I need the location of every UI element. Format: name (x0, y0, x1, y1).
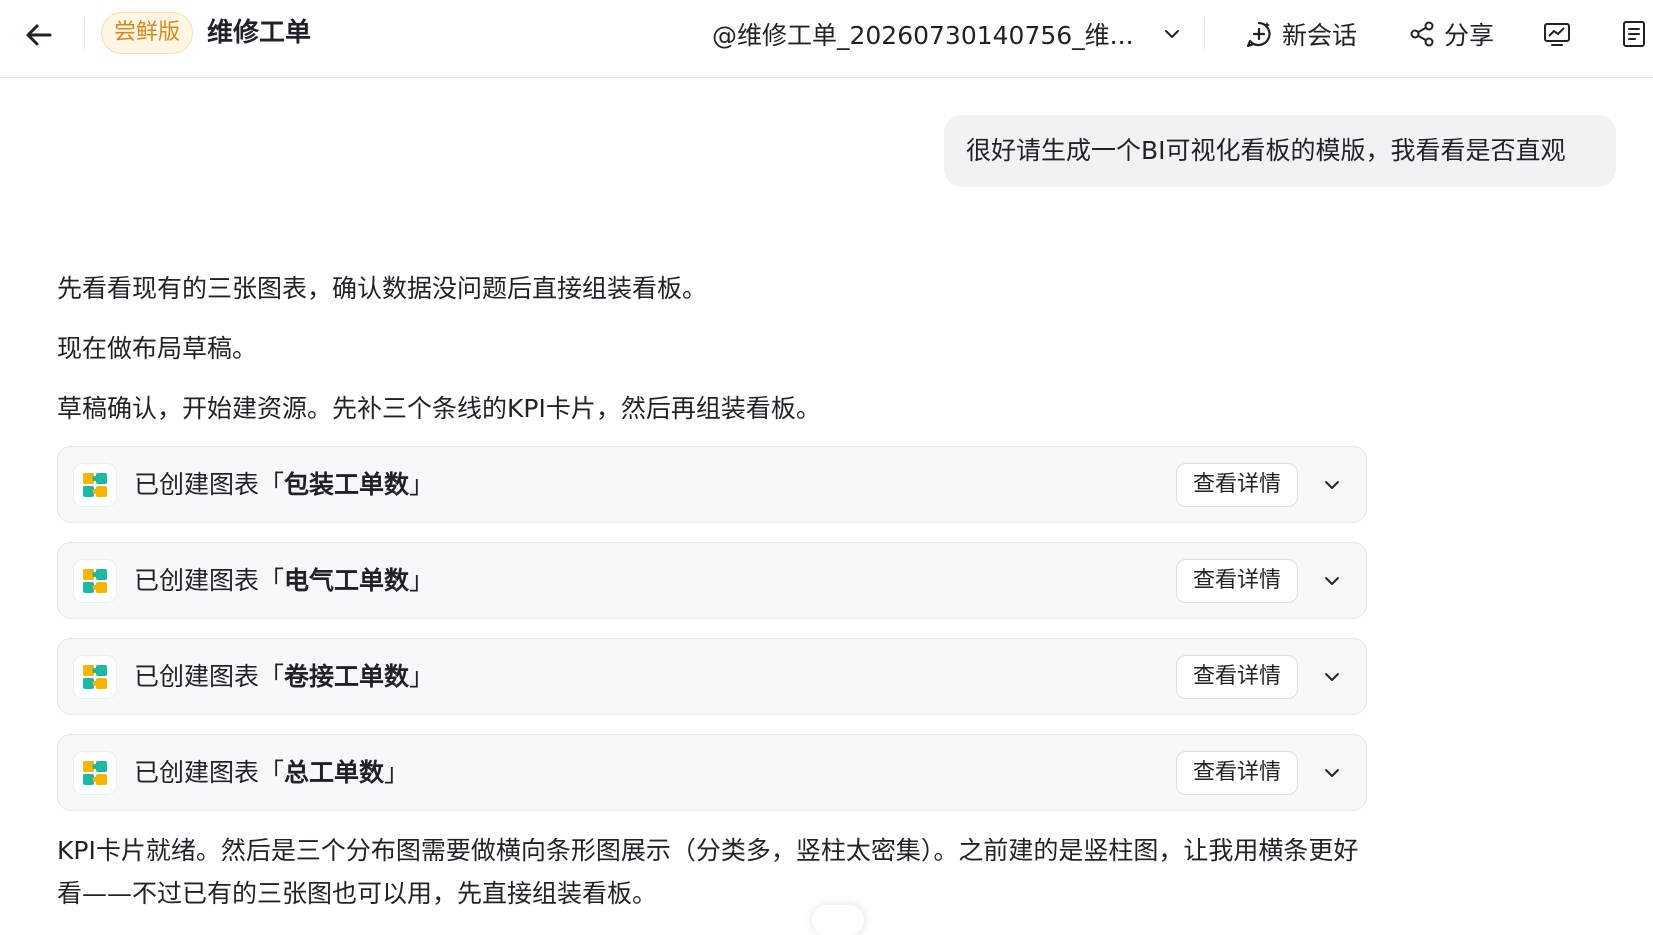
session-selector[interactable]: @维修工单_20260730140756_维... (712, 14, 1182, 54)
view-details-button[interactable]: 查看详情 (1176, 751, 1298, 795)
assistant-paragraph: 现在做布局草稿。 (57, 334, 258, 363)
assistant-paragraph: 草稿确认，开始建资源。先补三个条线的KPI卡片，然后再组装看板。 (57, 394, 821, 423)
share-button[interactable]: 分享 (1408, 14, 1494, 54)
card-label: 已创建图表「总工单数」 (134, 758, 410, 787)
view-details-button[interactable]: 查看详情 (1176, 655, 1298, 699)
chart-name: 包装工单数 (284, 470, 410, 499)
page-title: 维修工单 (207, 18, 312, 48)
header-divider (1204, 19, 1205, 49)
document-button[interactable] (1616, 16, 1652, 52)
new-chat-label: 新会话 (1282, 21, 1358, 50)
share-icon (1410, 21, 1434, 47)
assistant-paragraph: KPI卡片就绪。然后是三个分布图需要做横向条形图展示（分类多，竖柱太密集）。之前… (57, 836, 1359, 908)
header-divider (84, 19, 85, 49)
chart-name: 卷接工单数 (284, 662, 410, 691)
view-details-button[interactable]: 查看详情 (1176, 463, 1298, 507)
back-arrow-icon (26, 24, 52, 46)
chart-puzzle-icon (73, 463, 117, 507)
chart-created-card: 已创建图表「卷接工单数」 查看详情 (57, 638, 1367, 715)
chevron-down-icon (1325, 577, 1339, 585)
new-chat-icon (1246, 21, 1271, 48)
chart-created-card: 已创建图表「包装工单数」 查看详情 (57, 446, 1367, 523)
card-label: 已创建图表「包装工单数」 (134, 470, 435, 499)
chart-puzzle-icon (73, 751, 117, 795)
expand-button[interactable] (1316, 757, 1348, 789)
share-label: 分享 (1444, 21, 1495, 50)
version-badge: 尝鲜版 (101, 12, 194, 54)
chart-puzzle-icon (73, 559, 117, 603)
new-chat-button[interactable]: 新会话 (1244, 14, 1357, 54)
assistant-paragraph: 先看看现有的三张图表，确认数据没问题后直接组装看板。 (57, 274, 708, 303)
expand-button[interactable] (1316, 661, 1348, 693)
chevron-down-icon (1325, 481, 1339, 489)
chevron-down-icon (1325, 673, 1339, 681)
chart-name: 总工单数 (284, 758, 385, 787)
card-label: 已创建图表「卷接工单数」 (134, 662, 435, 691)
chart-created-card: 已创建图表「总工单数」 查看详情 (57, 734, 1367, 811)
user-message: 很好请生成一个BI可视化看板的模版，我看看是否直观 (944, 115, 1616, 187)
chevron-down-icon (1164, 30, 1179, 38)
back-button[interactable] (22, 18, 56, 52)
top-bar: 尝鲜版 维修工单 @维修工单_20260730140756_维... 新会话 分… (0, 0, 1653, 78)
preview-button[interactable] (1539, 16, 1575, 52)
chart-created-card: 已创建图表「电气工单数」 查看详情 (57, 542, 1367, 619)
expand-button[interactable] (1316, 565, 1348, 597)
chevron-down-icon (1325, 769, 1339, 777)
document-icon (1623, 21, 1645, 47)
view-details-button[interactable]: 查看详情 (1176, 559, 1298, 603)
chart-puzzle-icon (73, 655, 117, 699)
monitor-icon (1544, 23, 1570, 46)
expand-button[interactable] (1316, 469, 1348, 501)
card-label: 已创建图表「电气工单数」 (134, 566, 435, 595)
chart-name: 电气工单数 (284, 566, 410, 595)
scroll-to-bottom-button[interactable] (812, 905, 864, 935)
session-name: @维修工单_20260730140756_维... (712, 21, 1134, 50)
